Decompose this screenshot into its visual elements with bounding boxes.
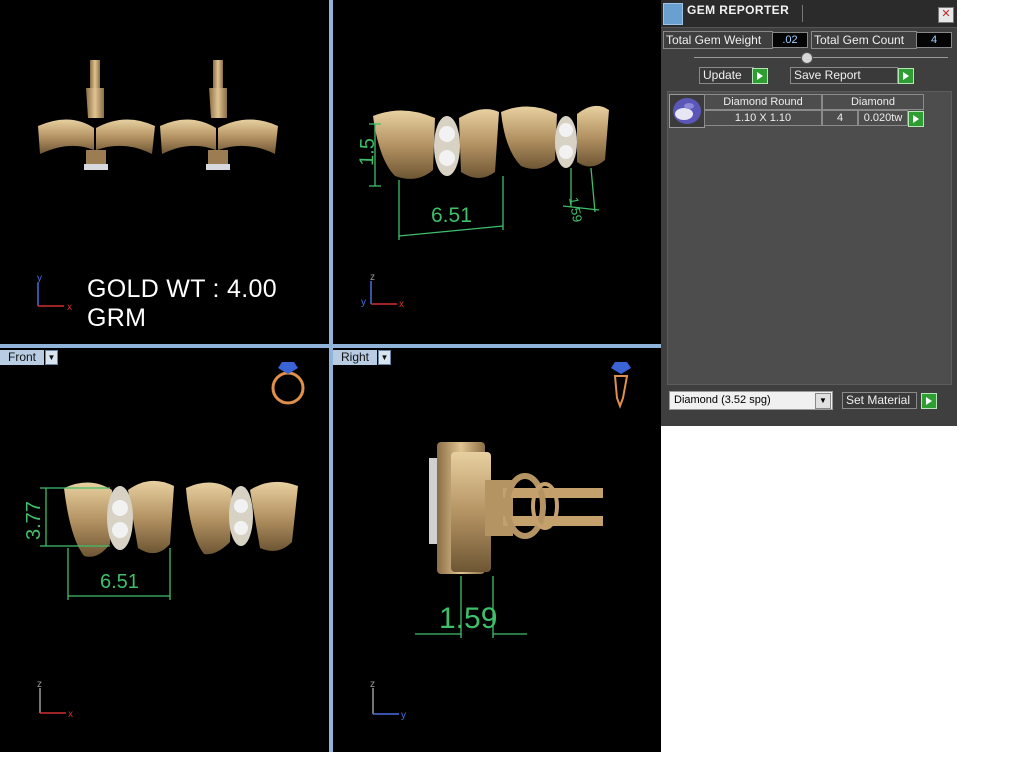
set-material-button[interactable]: Set Material	[842, 392, 917, 409]
viewport-right[interactable]: 1.59 z y Right ▼	[333, 348, 661, 752]
axis-label-z: z	[37, 679, 42, 690]
gold-weight-label: GOLD WT : 4.00 GRM	[87, 275, 277, 332]
gem-play-icon[interactable]	[908, 111, 924, 127]
update-button-label: Update	[703, 68, 742, 82]
axis-label-x: x	[399, 299, 404, 310]
dimension-width: 6.51	[100, 571, 139, 593]
gem-list: Diamond Round Diamond 1.10 X 1.10 4 0.02…	[667, 91, 952, 385]
viewport-front[interactable]: 3.77 6.51 z x Front ▼	[0, 348, 329, 752]
axis-label-y: y	[401, 710, 406, 721]
viewport-tab-front[interactable]: Front ▼	[0, 350, 59, 365]
earring-side-view: 1.59 z y	[370, 362, 631, 721]
axis-label-z: z	[370, 272, 375, 283]
dimension-width: 6.51	[431, 204, 472, 227]
material-select[interactable]: Diamond (3.52 spg) ▼	[669, 391, 833, 410]
dimension-height: 1.5	[356, 138, 379, 167]
axis-label-y: y	[37, 273, 42, 284]
material-select-value: Diamond (3.52 spg)	[674, 394, 771, 406]
panel-titlebar[interactable]: GEM REPORTER ✕	[661, 0, 957, 28]
total-gem-count-value: 4	[916, 32, 952, 48]
slider-track[interactable]	[694, 57, 948, 58]
update-play-icon[interactable]	[752, 68, 768, 84]
save-report-button[interactable]: Save Report	[790, 67, 898, 84]
diamond-icon	[669, 94, 705, 128]
save-report-button-label: Save Report	[794, 68, 861, 82]
panel-title: GEM REPORTER	[687, 3, 790, 17]
chevron-down-icon[interactable]: ▼	[45, 350, 59, 365]
axis-label-z: z	[370, 679, 375, 690]
axis-label-x: x	[67, 302, 72, 313]
viewport-divider-horizontal[interactable]	[0, 344, 661, 348]
save-report-play-icon[interactable]	[898, 68, 914, 84]
gem-weight: 0.020tw	[858, 110, 908, 126]
viewport-tab-right[interactable]: Right ▼	[333, 350, 392, 365]
gem-reporter-panel: GEM REPORTER ✕ Total Gem Weight .02 Tota…	[661, 0, 957, 426]
gem-shape: Diamond Round	[704, 94, 822, 110]
viewport-perspective[interactable]: 1.5 6.51 1.59 z y x	[333, 0, 661, 344]
chevron-down-icon[interactable]: ▼	[378, 350, 392, 365]
axis-label-y: y	[361, 297, 366, 308]
earring-icon	[611, 362, 631, 409]
viewport-tab-label: Right	[333, 350, 378, 365]
viewport-tab-label: Front	[0, 350, 45, 365]
title-separator	[802, 5, 803, 22]
set-material-play-icon[interactable]	[921, 393, 937, 409]
total-gem-weight-value: .02	[772, 32, 808, 48]
gem-count: 4	[822, 110, 858, 126]
viewport-divider-vertical[interactable]	[329, 0, 333, 752]
total-gem-weight-label: Total Gem Weight	[663, 31, 773, 49]
chevron-down-icon[interactable]: ▼	[815, 393, 831, 409]
dimension-depth: 1.59	[566, 196, 585, 224]
close-icon[interactable]: ✕	[938, 7, 954, 23]
dimension-height: 3.77	[23, 501, 45, 540]
axis-label-x: x	[68, 709, 73, 720]
ring-icon	[271, 362, 305, 405]
gem-size: 1.10 X 1.10	[704, 110, 822, 126]
gem-reporter-icon	[663, 3, 683, 25]
earring-perspective-view: 1.5 6.51 1.59 z y x	[356, 105, 609, 310]
update-button[interactable]: Update	[699, 67, 754, 84]
gem-type: Diamond	[822, 94, 924, 110]
earring-front-view: 3.77 6.51 z x	[23, 362, 305, 720]
set-material-button-label: Set Material	[846, 393, 911, 407]
viewport-top[interactable]: y x GOLD WT : 4.00 GRM	[0, 0, 329, 344]
total-gem-count-label: Total Gem Count	[811, 31, 917, 49]
slider-handle[interactable]	[801, 52, 813, 64]
dimension-depth: 1.59	[439, 602, 497, 635]
